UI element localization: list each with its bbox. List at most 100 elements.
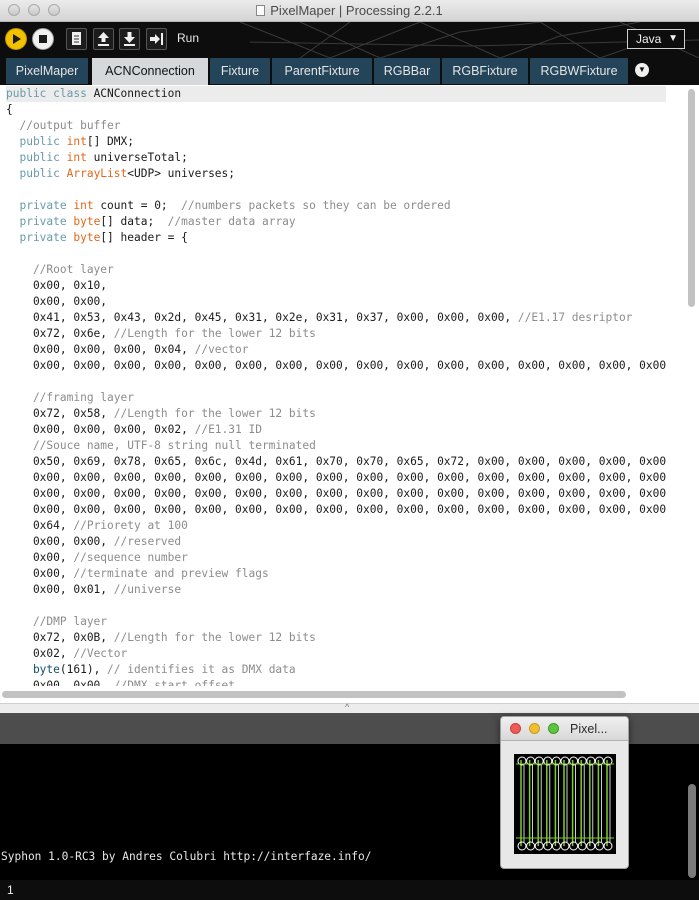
code-line[interactable]: public ArrayList<UDP> universes; (6, 166, 666, 182)
code-line[interactable]: 0x00, 0x00, 0x00, 0x00, 0x00, 0x00, 0x00… (6, 502, 666, 518)
code-line[interactable]: //Souce name, UTF-8 string null terminat… (6, 438, 666, 454)
code-line[interactable]: 0x00, 0x10, (6, 278, 666, 294)
code-token: //DMP layer (6, 615, 108, 628)
save-sketch-button[interactable] (119, 28, 140, 50)
editor-vertical-scroll-thumb[interactable] (688, 89, 695, 307)
tab-acnconnection[interactable]: ACNConnection (92, 58, 208, 85)
code-token: 0x50, 0x69, 0x78, 0x65, 0x6c, 0x4d, 0x61… (6, 455, 666, 468)
code-line[interactable]: 0x72, 0x0B, //Length for the lower 12 bi… (6, 630, 666, 646)
tab-rgbwfixture[interactable]: RGBWFixture (530, 58, 628, 84)
mode-selector-value: Java (636, 32, 662, 46)
code-line[interactable]: private int count = 0; //numbers packets… (6, 198, 666, 214)
tab-parentfixture[interactable]: ParentFixture (272, 58, 372, 84)
code-line[interactable] (6, 598, 666, 614)
code-token: //Priorety at 100 (73, 519, 188, 532)
code-line[interactable]: 0x00, 0x00, 0x00, 0x00, 0x00, 0x00, 0x00… (6, 470, 666, 486)
code-token: int (66, 151, 87, 164)
code-line[interactable]: 0x00, //terminate and preview flags (6, 566, 666, 582)
code-token: // identifies it as DMX data (107, 663, 296, 676)
tab-rgbbar[interactable]: RGBBar (374, 58, 440, 84)
code-line[interactable]: 0x00, 0x01, //universe (6, 582, 666, 598)
code-token: 0x00, 0x00, 0x00, 0x02, (6, 423, 195, 436)
code-token: 0x72, 0x0B, (6, 631, 114, 644)
toolbar-status-label: Run (177, 31, 200, 45)
code-line[interactable]: 0x00, 0x00, 0x00, 0x04, //vector (6, 342, 666, 358)
code-line[interactable]: public int[] DMX; (6, 134, 666, 150)
code-token: 0x00, (6, 567, 74, 580)
tab-rgbfixture[interactable]: RGBFixture (442, 58, 528, 84)
code-line[interactable]: 0x00, 0x00, //DMX start offset (6, 678, 666, 686)
code-line[interactable]: private byte[] header = { (6, 230, 666, 246)
code-token: //universe (113, 583, 182, 596)
stop-button[interactable] (32, 28, 54, 50)
code-token: //Root layer (6, 263, 114, 276)
code-token: int (66, 135, 87, 148)
fixture-node (517, 841, 527, 851)
sketch-zoom-button[interactable] (548, 723, 559, 734)
window-title-container: PixelMaper | Processing 2.2.1 (0, 3, 699, 18)
code-token: 0x00, 0x00, 0x00, 0x00, 0x00, 0x00, 0x00… (6, 471, 666, 484)
code-token: //numbers packets so they can be ordered (181, 199, 451, 212)
code-line[interactable]: byte(161), // identifies it as DMX data (6, 662, 666, 678)
code-line[interactable]: 0x00, 0x00, //reserved (6, 534, 666, 550)
console-scrollbar[interactable] (688, 784, 696, 878)
code-line[interactable] (6, 374, 666, 390)
stop-icon (39, 35, 47, 43)
arrow-down-icon (124, 32, 135, 46)
code-line[interactable] (6, 246, 666, 262)
code-token: public (6, 135, 67, 148)
sketch-window-titlebar[interactable]: Pixel... (501, 717, 628, 741)
tab-menu-chevron-icon[interactable]: ▼ (635, 63, 649, 77)
sketch-tab-bar: PixelMaper ACNConnection Fixture ParentF… (0, 58, 699, 85)
new-sketch-button[interactable] (66, 28, 87, 50)
code-line[interactable]: 0x50, 0x69, 0x78, 0x65, 0x6c, 0x4d, 0x61… (6, 454, 666, 470)
code-token: //framing layer (6, 391, 134, 404)
editor-vertical-scrollbar[interactable] (686, 89, 696, 689)
sketch-close-button[interactable] (510, 723, 521, 734)
code-token: //DMX start offset (113, 679, 236, 686)
export-application-button[interactable] (146, 28, 167, 50)
tab-label: Fixture (220, 64, 260, 78)
code-line[interactable]: //output buffer (6, 118, 666, 134)
code-token: 0x00, 0x10, (6, 279, 108, 292)
code-line[interactable]: public class ACNConnection (6, 86, 666, 102)
code-token: 0x00, 0x00, 0x00, 0x00, 0x00, 0x00, 0x00… (6, 503, 666, 516)
editor-horizontal-scrollbar[interactable] (0, 689, 686, 699)
code-line[interactable]: 0x41, 0x53, 0x43, 0x2d, 0x45, 0x31, 0x2e… (6, 310, 666, 326)
sketch-window[interactable]: Pixel... (500, 716, 629, 869)
tab-fixture[interactable]: Fixture (210, 58, 270, 84)
code-token: 0x00, 0x01, (6, 583, 114, 596)
sketch-canvas[interactable] (514, 754, 616, 854)
code-token: byte (73, 215, 101, 228)
code-line[interactable]: 0x00, 0x00, 0x00, 0x00, 0x00, 0x00, 0x00… (6, 486, 666, 502)
code-line[interactable]: //DMP layer (6, 614, 666, 630)
code-line[interactable]: 0x00, 0x00, (6, 294, 666, 310)
code-line[interactable]: 0x64, //Priorety at 100 (6, 518, 666, 534)
code-line[interactable]: 0x00, 0x00, 0x00, 0x02, //E1.31 ID (6, 422, 666, 438)
code-line[interactable]: 0x02, //Vector (6, 646, 666, 662)
sketch-minimize-button[interactable] (529, 723, 540, 734)
code-lines[interactable]: public class ACNConnection{ //output buf… (6, 86, 666, 686)
code-token: 0x00, 0x00, 0x00, 0x00, 0x00, 0x00, 0x00… (6, 359, 666, 372)
code-line[interactable]: 0x72, 0x6e, //Length for the lower 12 bi… (6, 326, 666, 342)
editor-console-splitter[interactable]: ^ (0, 702, 699, 713)
sketch-window-title: Pixel... (570, 722, 608, 736)
code-line[interactable]: 0x00, //sequence number (6, 550, 666, 566)
mode-selector[interactable]: Java ▼ (627, 29, 685, 49)
code-token: //Length for the lower 12 bits (113, 327, 316, 340)
run-button[interactable] (5, 28, 27, 50)
code-line[interactable]: { (6, 102, 666, 118)
open-sketch-button[interactable] (93, 28, 114, 50)
code-token: 0x72, 0x58, (6, 407, 114, 420)
code-editor[interactable]: public class ACNConnection{ //output buf… (0, 85, 699, 703)
code-line[interactable]: 0x72, 0x58, //Length for the lower 12 bi… (6, 406, 666, 422)
code-line[interactable]: public int universeTotal; (6, 150, 666, 166)
editor-horizontal-scroll-thumb[interactable] (2, 691, 626, 698)
code-line[interactable]: //framing layer (6, 390, 666, 406)
tab-pixelmaper[interactable]: PixelMaper (6, 58, 88, 84)
chevron-up-icon[interactable]: ^ (345, 702, 349, 712)
code-line[interactable] (6, 182, 666, 198)
code-line[interactable]: private byte[] data; //master data array (6, 214, 666, 230)
code-line[interactable]: //Root layer (6, 262, 666, 278)
code-line[interactable]: 0x00, 0x00, 0x00, 0x00, 0x00, 0x00, 0x00… (6, 358, 666, 374)
